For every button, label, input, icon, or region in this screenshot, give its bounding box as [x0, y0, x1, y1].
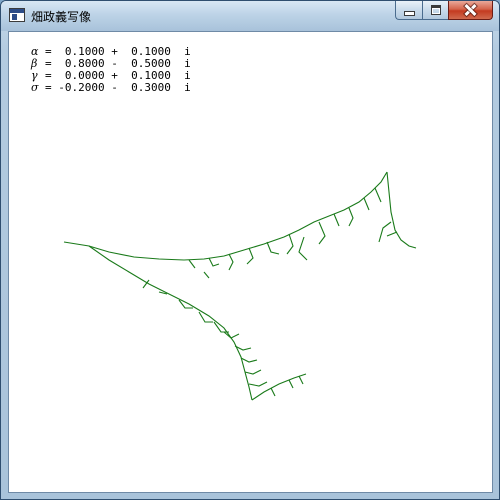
fractal-curve-bottom — [251, 373, 307, 401]
minimize-button[interactable] — [395, 1, 422, 20]
fractal-spikes — [142, 187, 398, 397]
close-icon — [464, 3, 478, 17]
fractal-curve-lower — [88, 245, 253, 401]
maximize-button[interactable] — [422, 1, 448, 20]
fractal-curve-right — [386, 171, 417, 249]
drawing-area: α = 0.1000 + 0.1000 i β = 0.8000 - 0.5000 … — [8, 31, 493, 493]
caption-buttons — [395, 1, 493, 21]
application-window: 畑政義写像 α = 0.1000 + 0.1000 i β = 0.8000 - 0… — [0, 0, 500, 500]
window-title: 畑政義写像 — [31, 10, 92, 24]
fractal-curve-upper — [63, 171, 388, 261]
minimize-icon — [403, 11, 415, 16]
app-window-icon[interactable] — [9, 8, 25, 22]
close-button[interactable] — [448, 1, 493, 20]
maximize-icon — [430, 5, 441, 15]
title-bar[interactable]: 畑政義写像 — [1, 1, 499, 31]
fractal-plot — [63, 171, 417, 401]
